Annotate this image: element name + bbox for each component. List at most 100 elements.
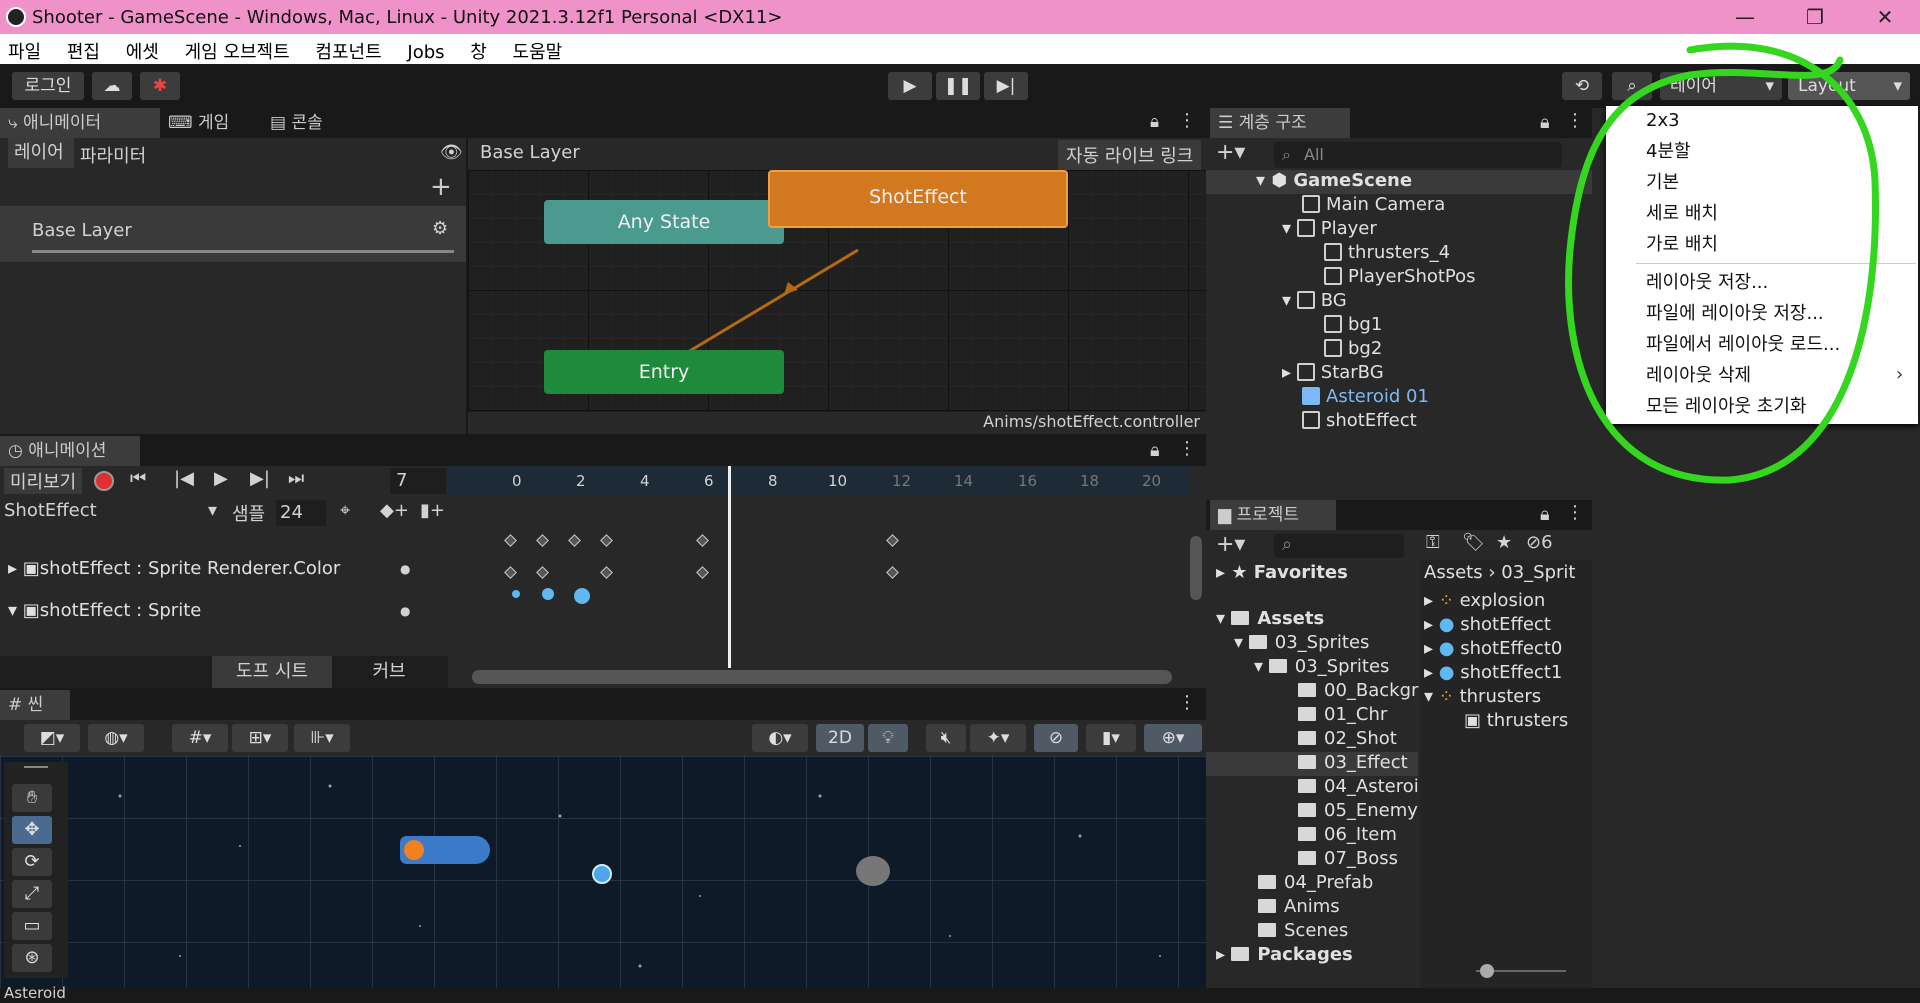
snap-increment-icon[interactable]: ⊞▾ — [232, 724, 288, 752]
hierarchy-item[interactable]: ▾ BG — [1282, 290, 1347, 311]
collab-icon[interactable]: ✱ — [140, 72, 180, 100]
lock-icon[interactable]: 🔒︎ — [1540, 504, 1550, 525]
lock-icon[interactable]: 🔒︎ — [1150, 440, 1160, 461]
play-button[interactable]: ▶ — [214, 468, 228, 489]
project-search-input[interactable]: ⌕ — [1274, 534, 1404, 558]
hierarchy-item[interactable]: bg1 — [1324, 314, 1382, 335]
hierarchy-item[interactable]: Main Camera — [1302, 194, 1445, 215]
keyframe[interactable] — [536, 534, 549, 547]
menu-gameobject[interactable]: 게임 오브젝트 — [185, 34, 290, 64]
property-menu-icon[interactable]: ● — [400, 604, 410, 618]
hierarchy-item[interactable]: bg2 — [1324, 338, 1382, 359]
file-item[interactable]: ▸ ⁘ explosion — [1424, 590, 1545, 611]
login-button[interactable]: 로그인 — [12, 72, 84, 100]
create-button[interactable]: +▾ — [1216, 140, 1245, 165]
transform-tool-icon[interactable]: ⊛ — [12, 944, 52, 972]
gear-icon[interactable]: ⚙ — [432, 218, 448, 239]
rotate-tool-icon[interactable]: ⟳ — [12, 848, 52, 876]
hierarchy-item[interactable]: ▾ Player — [1282, 218, 1377, 239]
record-button[interactable] — [94, 471, 114, 491]
tab-scene[interactable]: # 씬 — [0, 690, 70, 720]
folder-item[interactable]: 02_Shot — [1298, 728, 1397, 749]
pause-button[interactable]: ❚❚ — [936, 72, 980, 100]
keyframe[interactable] — [886, 534, 899, 547]
cloud-icon[interactable]: ☁ — [92, 72, 132, 100]
keyframe[interactable] — [696, 566, 709, 579]
shading-icon[interactable]: ◐▾ — [752, 724, 808, 752]
add-layer-button[interactable]: + — [430, 172, 452, 202]
kebab-menu-icon[interactable]: ⋮ — [1566, 502, 1584, 523]
playhead[interactable] — [728, 466, 731, 668]
dopesheet[interactable]: 0 2 4 6 8 10 12 14 16 18 20 — [448, 466, 1206, 688]
tab-dopesheet[interactable]: 도프 시트 — [212, 656, 332, 688]
tab-project[interactable]: ▆ 프로젝트 — [1210, 500, 1336, 530]
menu-assets[interactable]: 에셋 — [126, 34, 159, 64]
scene-root[interactable]: ▾ ⬢ GameScene — [1256, 170, 1412, 191]
hidden-objects-icon[interactable]: ⊘ — [1034, 724, 1078, 752]
menu-file[interactable]: 파일 — [8, 34, 41, 64]
folder-item[interactable]: ▾ 03_Sprites — [1254, 656, 1389, 677]
folder-item[interactable]: Anims — [1258, 896, 1340, 917]
move-tool-icon[interactable]: ✥ — [12, 816, 52, 844]
step-button[interactable]: ▶| — [984, 72, 1028, 100]
hierarchy-item[interactable]: shotEffect — [1302, 410, 1417, 431]
sprite-key-icon[interactable] — [542, 588, 554, 600]
property-row[interactable]: ▾ ▣shotEffect : Sprite — [8, 600, 201, 621]
hand-tool-icon[interactable]: ✋︎ — [12, 784, 52, 812]
vertical-scrollbar[interactable] — [1190, 536, 1202, 600]
any-state-node[interactable]: Any State — [544, 200, 784, 244]
camera-icon[interactable]: ▮▾ — [1086, 724, 1136, 752]
favorites-item[interactable]: ▸ ★ Favorites — [1216, 562, 1348, 583]
hierarchy-item[interactable]: PlayerShotPos — [1324, 266, 1476, 287]
eye-icon[interactable]: 👁︎ — [440, 142, 463, 163]
layer-item[interactable]: Base Layer ⚙ — [0, 206, 466, 262]
hierarchy-item[interactable]: ▸ StarBG — [1282, 362, 1384, 383]
last-keyframe-button[interactable]: ⏭ — [288, 468, 304, 489]
hierarchy-search-input[interactable]: ⌕ All — [1274, 142, 1562, 168]
kebab-menu-icon[interactable]: ⋮ — [1178, 438, 1196, 459]
shot-effect-node[interactable]: ShotEffect — [768, 170, 1068, 228]
folder-item[interactable]: 05_Enemy — [1298, 800, 1418, 821]
tab-curves[interactable]: 커브 — [334, 656, 444, 688]
layer-weight-bar[interactable] — [32, 250, 454, 253]
tab-animator[interactable]: ⤷ 애니메이터 — [0, 108, 160, 138]
folder-item[interactable]: 01_Chr — [1298, 704, 1387, 725]
add-event-icon[interactable]: ▮+ — [420, 500, 445, 521]
menu-edit[interactable]: 편집 — [67, 34, 100, 64]
sprite-key-icon[interactable] — [512, 590, 520, 598]
prev-keyframe-button[interactable]: |◀ — [174, 468, 194, 489]
audio-icon[interactable]: 🔇︎ — [926, 724, 966, 752]
scale-tool-icon[interactable]: ⤢ — [12, 880, 52, 908]
file-item[interactable]: ▾ ⁘ thrusters — [1424, 686, 1541, 707]
auto-live-link-toggle[interactable]: 자동 라이브 링크 — [1058, 140, 1202, 170]
assets-item[interactable]: ▾ Assets — [1216, 608, 1324, 629]
filter-type-icon[interactable]: ⚿ — [1426, 532, 1440, 553]
maximize-button[interactable]: ❐ — [1780, 0, 1850, 34]
hierarchy-item-prefab[interactable]: Asteroid 01 — [1302, 386, 1429, 407]
keyframe[interactable] — [504, 566, 517, 579]
scene-view[interactable]: ✋︎ ✥ ⟳ ⤢ ▭ ⊛ — [0, 756, 1206, 988]
ruler-icon[interactable]: ⊪▾ — [294, 724, 350, 752]
rect-tool-icon[interactable]: ▭ — [12, 912, 52, 940]
tab-game[interactable]: ⌨ 게임 — [160, 108, 260, 138]
folder-item[interactable]: Scenes — [1258, 920, 1348, 941]
animator-graph[interactable]: Base Layer 자동 라이브 링크 Any State ShotEffec… — [468, 138, 1206, 434]
shot-effect-sprite[interactable] — [592, 864, 612, 884]
keyframe[interactable] — [504, 534, 517, 547]
keyframe[interactable] — [886, 566, 899, 579]
file-item[interactable]: ▸ ● shotEffect0 — [1424, 638, 1562, 659]
property-menu-icon[interactable]: ● — [400, 562, 410, 576]
hierarchy-item[interactable]: thrusters_4 — [1324, 242, 1450, 263]
play-button[interactable]: ▶ — [888, 72, 932, 100]
tab-parameters[interactable]: 파라미터 — [80, 142, 146, 168]
palette-handle[interactable] — [24, 766, 48, 768]
property-row[interactable]: ▸ ▣shotEffect : Sprite Renderer.Color — [8, 558, 340, 579]
horizontal-scrollbar[interactable] — [472, 670, 1172, 684]
tab-layers[interactable]: 레이어 — [8, 138, 74, 168]
folder-item-selected[interactable]: 03_Effect — [1298, 752, 1408, 773]
first-keyframe-button[interactable]: ⏮ — [130, 468, 146, 489]
folder-item[interactable]: 07_Boss — [1298, 848, 1398, 869]
keyframe[interactable] — [568, 534, 581, 547]
kebab-menu-icon[interactable]: ⋮ — [1178, 692, 1196, 713]
keyframe[interactable] — [696, 534, 709, 547]
